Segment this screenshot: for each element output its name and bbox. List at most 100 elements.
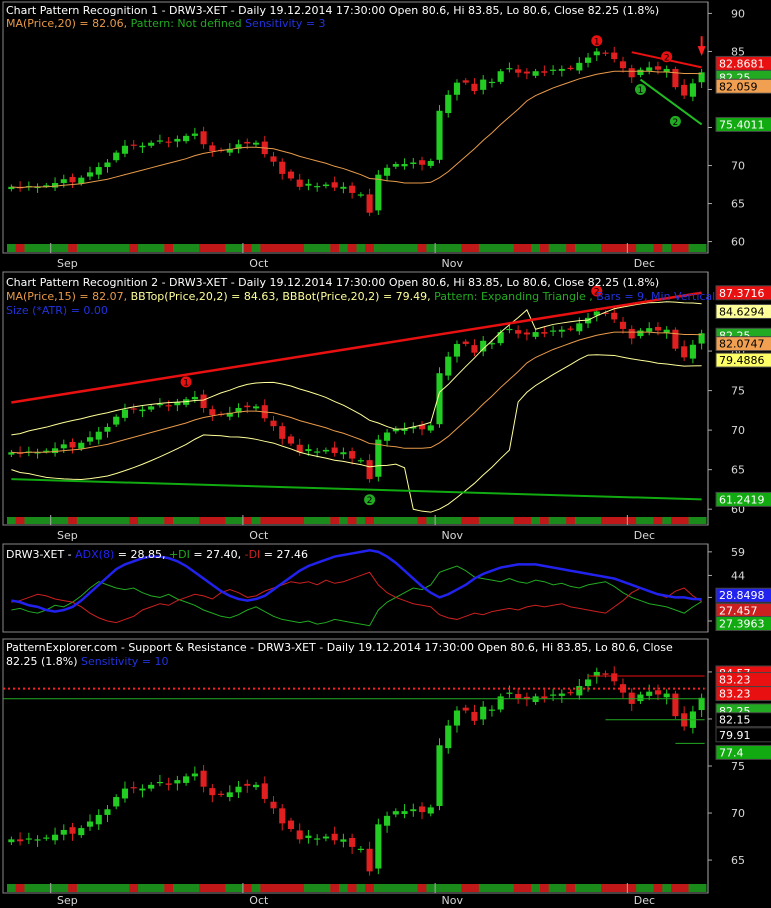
signal-strip-cell — [539, 244, 550, 252]
candle-body — [252, 406, 260, 409]
candle-body — [506, 68, 513, 70]
candle-body — [121, 409, 129, 418]
candle-body — [550, 694, 557, 696]
signal-strip-cell — [653, 244, 663, 252]
price-tag-text: 79.91 — [719, 729, 751, 742]
candle-body — [165, 405, 172, 407]
candle-body — [436, 110, 443, 160]
signal-strip-cell — [618, 884, 628, 892]
candle-body — [279, 161, 286, 174]
signal-strip-cell — [496, 517, 506, 524]
signal-strip-cell — [679, 244, 690, 252]
signal-strip-cell — [662, 517, 672, 524]
signal-strip-cell — [505, 517, 515, 524]
signal-strip-cell — [557, 517, 567, 524]
signal-strip-cell — [566, 244, 576, 252]
signal-strip-cell — [583, 244, 593, 252]
signal-strip-cell — [496, 884, 506, 892]
candle-body — [427, 425, 434, 431]
candle-body — [235, 786, 242, 793]
candle-body — [130, 787, 137, 789]
signal-strip-cell — [129, 517, 139, 524]
chart-canvas[interactable]: 1212SepOctNovDec9085807570656082.868182.… — [0, 0, 771, 908]
candle-body — [462, 341, 469, 344]
candle-body — [86, 172, 94, 177]
signal-strip-cell — [539, 517, 550, 524]
candle-body — [480, 79, 487, 90]
signal-strip-cell — [242, 244, 253, 252]
legend-part: 82.25 (1.8%) — [6, 655, 81, 668]
signal-strip-cell — [50, 244, 60, 252]
legend-part: Sensitivity = 10 — [81, 655, 168, 668]
candle-body — [156, 404, 163, 406]
candle-body — [209, 788, 216, 796]
signal-strip-cell — [601, 884, 611, 892]
candle-body — [296, 179, 303, 187]
signal-strip-cell — [295, 884, 305, 892]
candle-body — [174, 402, 181, 406]
candle-body — [401, 164, 408, 167]
signal-strip-cell — [426, 517, 436, 524]
lower-triangle-line — [11, 478, 702, 501]
signal-strip-cell — [41, 244, 52, 252]
candle-body — [69, 827, 76, 834]
candle-body — [305, 449, 312, 452]
signal-strip-cell — [216, 884, 226, 892]
candle-body — [95, 814, 102, 825]
signal-strip-cell — [644, 884, 655, 892]
candle-body — [698, 697, 705, 711]
candle-body — [558, 68, 565, 71]
upper-triangle-line — [11, 291, 702, 404]
candle-body — [418, 806, 426, 813]
signal-strip-cell — [50, 517, 60, 524]
signal-strip-cell — [199, 517, 209, 524]
candle-body — [322, 836, 329, 839]
signal-strip-cell — [295, 517, 305, 524]
candle-body — [95, 167, 102, 175]
candle-body — [646, 691, 653, 696]
signal-strip-cell — [697, 884, 707, 892]
candle-body — [113, 797, 120, 807]
candle-body — [637, 694, 644, 702]
candle-body — [43, 837, 50, 839]
signal-strip-cell — [41, 517, 52, 524]
price-tag-text: 83.23 — [719, 688, 751, 701]
pattern-marker-label: 2 — [673, 118, 679, 128]
candle-body — [287, 436, 295, 444]
candle-body — [156, 140, 163, 142]
panel-2-legend-line2: Size (*ATR) = 0.00 — [6, 304, 108, 317]
signal-strip-cell — [15, 244, 25, 252]
candle-body — [445, 356, 452, 376]
candle-body — [322, 184, 329, 187]
signal-strip-cell — [697, 517, 707, 524]
candle-body — [226, 792, 233, 798]
signal-strip-cell — [435, 884, 445, 892]
panel-frame-1 — [2, 1, 709, 254]
y-tick-label: 60 — [731, 236, 745, 249]
signal-strip-cell — [592, 517, 602, 524]
candle-body — [541, 696, 548, 699]
signal-strip-cell — [111, 884, 122, 892]
candle-body — [104, 162, 111, 168]
y-tick-label: 65 — [731, 464, 745, 477]
candle-body — [60, 829, 67, 835]
signal-strip-cell — [513, 884, 524, 892]
panel-2-legend: MA(Price,15) = 82.07, BBTop(Price,20,2) … — [6, 290, 715, 303]
y-tick-label: 70 — [731, 424, 745, 437]
candle-body — [576, 323, 583, 332]
signal-strip-cell — [426, 884, 436, 892]
signal-strip-cell — [260, 517, 270, 524]
candle-body — [314, 451, 321, 453]
signal-strip-cell — [304, 517, 314, 524]
signal-strip-cell — [408, 517, 419, 524]
signal-strip-cell — [426, 244, 436, 252]
candle-body — [270, 801, 277, 809]
candle-body — [139, 145, 146, 148]
pattern-marker-label: 2 — [367, 496, 373, 506]
minus-di-line — [11, 571, 702, 624]
ma15-line — [11, 331, 702, 454]
candle-body — [209, 409, 216, 416]
pattern-marker-label: 1 — [594, 37, 600, 47]
candle-body — [8, 839, 15, 843]
candle-body — [209, 145, 216, 152]
